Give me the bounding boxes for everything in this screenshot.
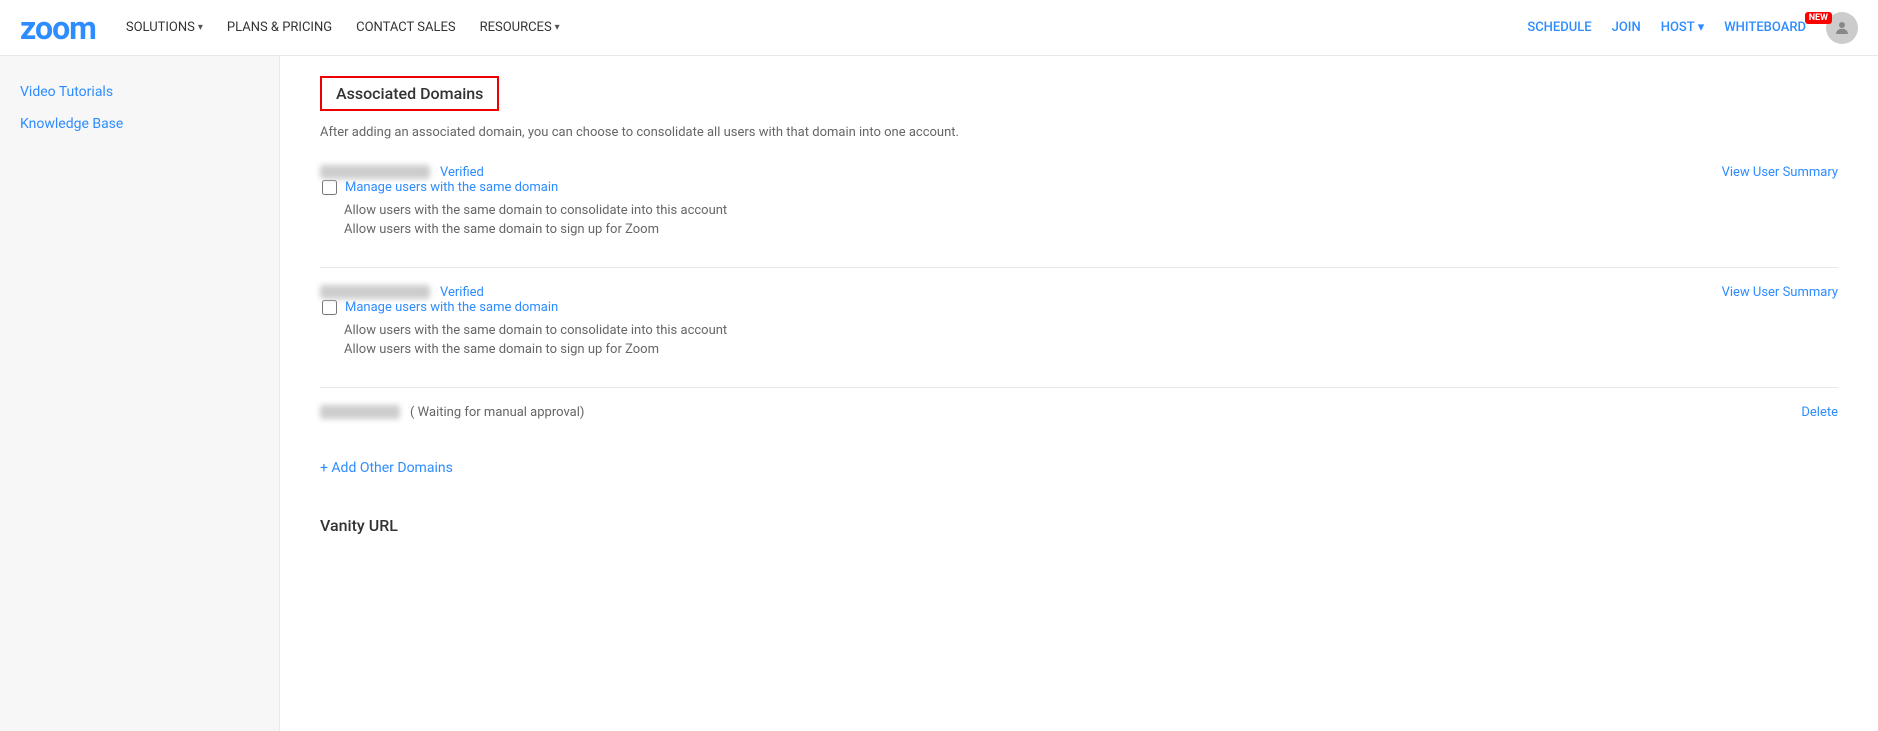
- schedule-link[interactable]: SCHEDULE: [1527, 20, 1591, 35]
- manage-users-checkbox-row-1: Manage users with the same domain: [322, 180, 1838, 195]
- manage-users-checkbox-2[interactable]: [322, 300, 337, 315]
- sub-option-signup-1: Allow users with the same domain to sign…: [344, 222, 1838, 237]
- domain-status-3: ( Waiting for manual approval): [410, 405, 584, 420]
- nav-right: SCHEDULE JOIN HOST ▾ WHITEBOARD NEW: [1527, 12, 1858, 44]
- nav-left: SOLUTIONS ▾ PLANS & PRICING CONTACT SALE…: [126, 20, 1527, 35]
- associated-domains-title: Associated Domains: [320, 76, 499, 111]
- domain-header-row-2: Verified View User Summary: [320, 284, 1838, 300]
- add-other-domains-button[interactable]: + Add Other Domains: [320, 460, 453, 476]
- domain-actions-2: View User Summary: [1722, 284, 1838, 300]
- domain-name-blurred-1: [320, 165, 430, 179]
- domain-name-blurred-3: [320, 405, 400, 419]
- view-user-summary-link-2[interactable]: View User Summary: [1722, 285, 1838, 300]
- sub-option-consolidate-2: Allow users with the same domain to cons…: [344, 323, 1838, 338]
- join-link[interactable]: JOIN: [1612, 20, 1641, 35]
- domain-status-1: Verified: [440, 165, 484, 180]
- domain-left-3: ( Waiting for manual approval): [320, 405, 584, 420]
- domain-actions-3: Delete: [1801, 404, 1838, 420]
- delete-link-3[interactable]: Delete: [1801, 405, 1838, 420]
- domain-header-row-3: ( Waiting for manual approval) Delete: [320, 404, 1838, 420]
- nav-contact-sales[interactable]: CONTACT SALES: [356, 20, 455, 35]
- layout: Video Tutorials Knowledge Base Associate…: [0, 56, 1878, 731]
- chevron-down-icon: ▾: [1698, 20, 1705, 35]
- nav-solutions[interactable]: SOLUTIONS ▾: [126, 20, 203, 35]
- sidebar-item-knowledge-base[interactable]: Knowledge Base: [0, 108, 279, 140]
- domain-entry-2: Verified View User Summary Manage users …: [320, 284, 1838, 357]
- new-badge: NEW: [1805, 12, 1832, 24]
- domain-divider-1: [320, 267, 1838, 268]
- main-content: Associated Domains After adding an assoc…: [280, 56, 1878, 731]
- whiteboard-link[interactable]: WHITEBOARD NEW: [1724, 20, 1806, 35]
- view-user-summary-link-1[interactable]: View User Summary: [1722, 165, 1838, 180]
- host-link[interactable]: HOST ▾: [1661, 20, 1705, 35]
- section-description: After adding an associated domain, you c…: [320, 125, 1838, 140]
- chevron-down-icon: ▾: [555, 22, 560, 33]
- domain-entry-1: Verified View User Summary Manage users …: [320, 164, 1838, 237]
- nav-resources[interactable]: RESOURCES ▾: [480, 20, 560, 35]
- manage-users-label-1[interactable]: Manage users with the same domain: [345, 180, 558, 195]
- manage-users-checkbox-row-2: Manage users with the same domain: [322, 300, 1838, 315]
- logo[interactable]: zoom: [20, 9, 96, 47]
- manage-users-checkbox-1[interactable]: [322, 180, 337, 195]
- domain-actions-1: View User Summary: [1722, 164, 1838, 180]
- domain-divider-2: [320, 387, 1838, 388]
- domain-entry-3: ( Waiting for manual approval) Delete: [320, 404, 1838, 420]
- domain-left-2: Verified: [320, 285, 484, 300]
- domain-status-2: Verified: [440, 285, 484, 300]
- sidebar: Video Tutorials Knowledge Base: [0, 56, 280, 731]
- sub-option-consolidate-1: Allow users with the same domain to cons…: [344, 203, 1838, 218]
- domain-left-1: Verified: [320, 165, 484, 180]
- chevron-down-icon: ▾: [198, 22, 203, 33]
- vanity-url-title: Vanity URL: [320, 516, 1838, 535]
- header: zoom SOLUTIONS ▾ PLANS & PRICING CONTACT…: [0, 0, 1878, 56]
- sub-option-signup-2: Allow users with the same domain to sign…: [344, 342, 1838, 357]
- domain-name-blurred-2: [320, 285, 430, 299]
- manage-users-label-2[interactable]: Manage users with the same domain: [345, 300, 558, 315]
- nav-plans-pricing[interactable]: PLANS & PRICING: [227, 20, 332, 35]
- sidebar-item-video-tutorials[interactable]: Video Tutorials: [0, 76, 279, 108]
- domain-header-row-1: Verified View User Summary: [320, 164, 1838, 180]
